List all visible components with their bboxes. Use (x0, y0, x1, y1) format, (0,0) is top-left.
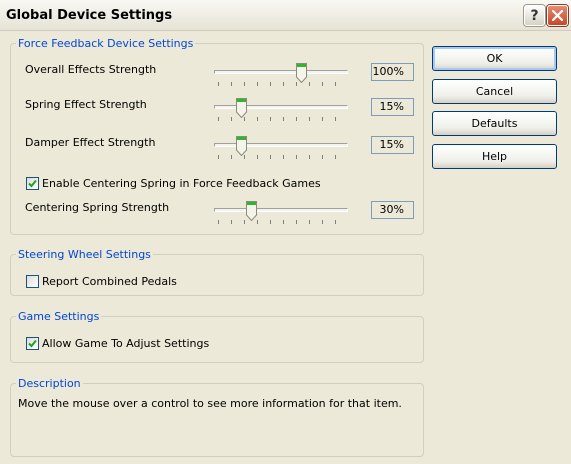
slider-track (214, 105, 348, 109)
slider-ticks (218, 220, 344, 224)
enable-centering-checkbox[interactable] (26, 177, 39, 190)
slider-track (214, 143, 348, 147)
force-feedback-legend: Force Feedback Device Settings (18, 37, 194, 50)
close-button[interactable] (547, 5, 568, 26)
defaults-button[interactable]: Defaults (432, 111, 557, 136)
slider-track (214, 70, 348, 74)
description-group: Description (10, 377, 424, 457)
overall-strength-label: Overall Effects Strength (25, 63, 157, 76)
steering-wheel-legend: Steering Wheel Settings (18, 248, 151, 261)
steering-wheel-group: Steering Wheel Settings (10, 248, 424, 296)
help-button[interactable]: Help (432, 144, 557, 169)
damper-strength-value: 15% (371, 136, 414, 154)
ok-button[interactable]: OK (432, 46, 557, 71)
help-title-button[interactable]: ? (524, 5, 545, 26)
window-title: Global Device Settings (6, 8, 173, 23)
slider-thumb[interactable] (246, 201, 258, 221)
game-settings-legend: Game Settings (18, 310, 100, 323)
slider-thumb[interactable] (235, 136, 247, 156)
slider-ticks (218, 82, 344, 86)
cancel-button[interactable]: Cancel (432, 79, 557, 104)
checkmark-icon (28, 339, 37, 348)
title-bar: Global Device Settings ? (0, 0, 571, 31)
overall-strength-slider[interactable] (214, 63, 348, 88)
spring-strength-value: 15% (371, 98, 414, 116)
slider-track (214, 208, 348, 212)
enable-centering-label[interactable]: Enable Centering Spring in Force Feedbac… (42, 177, 321, 190)
help-icon: ? (530, 7, 539, 24)
damper-strength-slider[interactable] (214, 136, 348, 161)
report-combined-pedals-checkbox[interactable] (26, 275, 39, 288)
description-legend: Description (18, 377, 81, 390)
centering-strength-slider[interactable] (214, 201, 348, 226)
damper-strength-label: Damper Effect Strength (25, 136, 156, 149)
spring-strength-label: Spring Effect Strength (25, 98, 147, 111)
checkmark-icon (28, 179, 37, 188)
overall-strength-value: 100% (371, 63, 414, 81)
centering-strength-label: Centering Spring Strength (25, 201, 170, 214)
allow-game-adjust-checkbox[interactable] (26, 337, 39, 350)
slider-thumb[interactable] (235, 98, 247, 118)
close-icon (552, 10, 563, 21)
global-device-settings-dialog: Global Device Settings ? Force Feedback … (0, 0, 571, 464)
slider-thumb[interactable] (296, 63, 307, 83)
report-combined-pedals-label[interactable]: Report Combined Pedals (42, 275, 177, 288)
spring-strength-slider[interactable] (214, 98, 348, 123)
description-text: Move the mouse over a control to see mor… (18, 397, 402, 410)
allow-game-adjust-label[interactable]: Allow Game To Adjust Settings (42, 337, 209, 350)
centering-strength-value: 30% (371, 201, 414, 219)
